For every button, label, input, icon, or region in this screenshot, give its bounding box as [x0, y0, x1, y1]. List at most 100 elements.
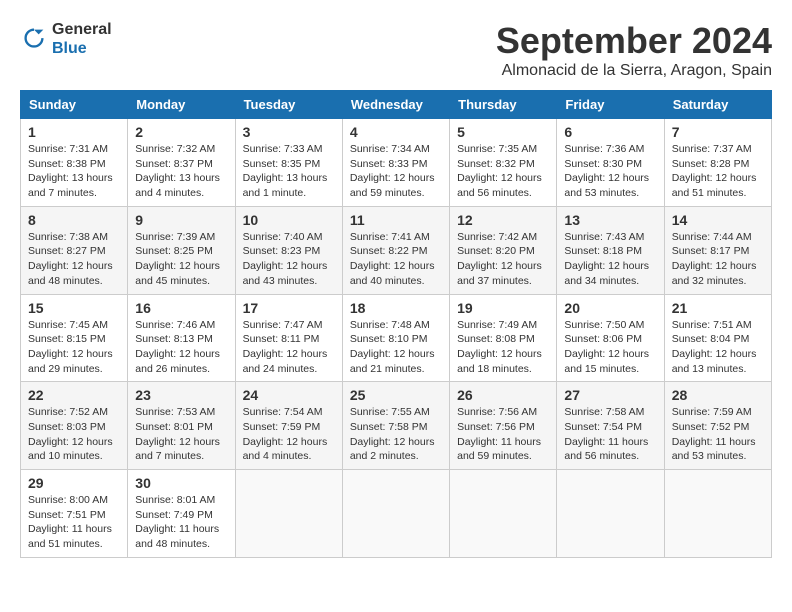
day-number: 22	[28, 387, 120, 403]
logo-icon	[20, 25, 48, 53]
day-number: 15	[28, 300, 120, 316]
table-row	[235, 470, 342, 558]
calendar-week-row: 8 Sunrise: 7:38 AM Sunset: 8:27 PM Daylig…	[21, 206, 772, 294]
day-number: 24	[243, 387, 335, 403]
col-wednesday: Wednesday	[342, 91, 449, 119]
table-row: 3Sunrise: 7:33 AM Sunset: 8:35 PM Daylig…	[235, 119, 342, 207]
day-number: 18	[350, 300, 442, 316]
table-row	[450, 470, 557, 558]
table-row	[342, 470, 449, 558]
day-info: Sunrise: 7:51 AM Sunset: 8:04 PM Dayligh…	[672, 318, 764, 377]
day-number: 21	[672, 300, 764, 316]
day-number: 9	[135, 212, 227, 228]
day-info: Sunrise: 7:54 AM Sunset: 7:59 PM Dayligh…	[243, 405, 335, 464]
day-number: 7	[672, 124, 764, 140]
day-info: Sunrise: 7:39 AM Sunset: 8:25 PM Dayligh…	[135, 230, 227, 289]
col-saturday: Saturday	[664, 91, 771, 119]
month-title: September 2024	[496, 20, 772, 62]
day-number: 10	[243, 212, 335, 228]
table-row: 29 Sunrise: 8:00 AM Sunset: 7:51 PM Dayli…	[21, 470, 128, 558]
col-monday: Monday	[128, 91, 235, 119]
table-row: 28 Sunrise: 7:59 AM Sunset: 7:52 PM Dayli…	[664, 382, 771, 470]
table-row: 15 Sunrise: 7:45 AM Sunset: 8:15 PM Dayli…	[21, 294, 128, 382]
day-info: Sunrise: 7:45 AM Sunset: 8:15 PM Dayligh…	[28, 318, 120, 377]
day-number: 2	[135, 124, 227, 140]
day-number: 14	[672, 212, 764, 228]
table-row: 5Sunrise: 7:35 AM Sunset: 8:32 PM Daylig…	[450, 119, 557, 207]
calendar-header-row: Sunday Monday Tuesday Wednesday Thursday…	[21, 91, 772, 119]
col-sunday: Sunday	[21, 91, 128, 119]
table-row: 30 Sunrise: 8:01 AM Sunset: 7:49 PM Dayli…	[128, 470, 235, 558]
day-number: 28	[672, 387, 764, 403]
day-info: Sunrise: 7:32 AM Sunset: 8:37 PM Dayligh…	[135, 142, 227, 201]
day-info: Sunrise: 8:00 AM Sunset: 7:51 PM Dayligh…	[28, 493, 120, 552]
day-info: Sunrise: 8:01 AM Sunset: 7:49 PM Dayligh…	[135, 493, 227, 552]
table-row: 10 Sunrise: 7:40 AM Sunset: 8:23 PM Dayli…	[235, 206, 342, 294]
table-row: 6Sunrise: 7:36 AM Sunset: 8:30 PM Daylig…	[557, 119, 664, 207]
day-number: 11	[350, 212, 442, 228]
logo-blue: Blue	[52, 40, 87, 57]
table-row: 24 Sunrise: 7:54 AM Sunset: 7:59 PM Dayli…	[235, 382, 342, 470]
day-info: Sunrise: 7:31 AM Sunset: 8:38 PM Dayligh…	[28, 142, 120, 201]
table-row: 21 Sunrise: 7:51 AM Sunset: 8:04 PM Dayli…	[664, 294, 771, 382]
table-row: 11 Sunrise: 7:41 AM Sunset: 8:22 PM Dayli…	[342, 206, 449, 294]
calendar-week-row: 1 Sunrise: 7:31 AM Sunset: 8:38 PM Daylig…	[21, 119, 772, 207]
day-number: 12	[457, 212, 549, 228]
day-number: 26	[457, 387, 549, 403]
day-info: Sunrise: 7:59 AM Sunset: 7:52 PM Dayligh…	[672, 405, 764, 464]
day-number: 13	[564, 212, 656, 228]
logo-general: General	[52, 21, 112, 38]
calendar-week-row: 22 Sunrise: 7:52 AM Sunset: 8:03 PM Dayli…	[21, 382, 772, 470]
table-row: 27 Sunrise: 7:58 AM Sunset: 7:54 PM Dayli…	[557, 382, 664, 470]
table-row: 26Sunrise: 7:56 AM Sunset: 7:56 PM Dayli…	[450, 382, 557, 470]
logo: General Blue	[20, 20, 112, 58]
day-info: Sunrise: 7:58 AM Sunset: 7:54 PM Dayligh…	[564, 405, 656, 464]
table-row: 19 Sunrise: 7:49 AM Sunset: 8:08 PM Dayli…	[450, 294, 557, 382]
table-row: 16 Sunrise: 7:46 AM Sunset: 8:13 PM Dayli…	[128, 294, 235, 382]
table-row: 12 Sunrise: 7:42 AM Sunset: 8:20 PM Dayli…	[450, 206, 557, 294]
day-info: Sunrise: 7:35 AM Sunset: 8:32 PM Dayligh…	[457, 142, 549, 201]
day-number: 16	[135, 300, 227, 316]
logo-text: General Blue	[52, 20, 112, 58]
day-number: 4	[350, 124, 442, 140]
day-info: Sunrise: 7:52 AM Sunset: 8:03 PM Dayligh…	[28, 405, 120, 464]
day-info: Sunrise: 7:44 AM Sunset: 8:17 PM Dayligh…	[672, 230, 764, 289]
day-info: Sunrise: 7:37 AM Sunset: 8:28 PM Dayligh…	[672, 142, 764, 201]
col-tuesday: Tuesday	[235, 91, 342, 119]
table-row: 2 Sunrise: 7:32 AM Sunset: 8:37 PM Daylig…	[128, 119, 235, 207]
table-row: 1 Sunrise: 7:31 AM Sunset: 8:38 PM Daylig…	[21, 119, 128, 207]
calendar-week-row: 15 Sunrise: 7:45 AM Sunset: 8:15 PM Dayli…	[21, 294, 772, 382]
table-row: 20Sunrise: 7:50 AM Sunset: 8:06 PM Dayli…	[557, 294, 664, 382]
day-info: Sunrise: 7:53 AM Sunset: 8:01 PM Dayligh…	[135, 405, 227, 464]
location: Almonacid de la Sierra, Aragon, Spain	[496, 62, 772, 80]
day-number: 27	[564, 387, 656, 403]
calendar-table: Sunday Monday Tuesday Wednesday Thursday…	[20, 90, 772, 558]
day-info: Sunrise: 7:42 AM Sunset: 8:20 PM Dayligh…	[457, 230, 549, 289]
day-number: 1	[28, 124, 120, 140]
day-number: 25	[350, 387, 442, 403]
day-info: Sunrise: 7:36 AM Sunset: 8:30 PM Dayligh…	[564, 142, 656, 201]
table-row: 17Sunrise: 7:47 AM Sunset: 8:11 PM Dayli…	[235, 294, 342, 382]
col-friday: Friday	[557, 91, 664, 119]
day-info: Sunrise: 7:43 AM Sunset: 8:18 PM Dayligh…	[564, 230, 656, 289]
page-header: General Blue September 2024 Almonacid de…	[20, 20, 772, 80]
day-number: 19	[457, 300, 549, 316]
day-info: Sunrise: 7:55 AM Sunset: 7:58 PM Dayligh…	[350, 405, 442, 464]
day-number: 3	[243, 124, 335, 140]
day-number: 29	[28, 475, 120, 491]
day-info: Sunrise: 7:50 AM Sunset: 8:06 PM Dayligh…	[564, 318, 656, 377]
table-row: 25 Sunrise: 7:55 AM Sunset: 7:58 PM Dayli…	[342, 382, 449, 470]
col-thursday: Thursday	[450, 91, 557, 119]
day-info: Sunrise: 7:34 AM Sunset: 8:33 PM Dayligh…	[350, 142, 442, 201]
table-row: 23Sunrise: 7:53 AM Sunset: 8:01 PM Dayli…	[128, 382, 235, 470]
day-number: 8	[28, 212, 120, 228]
day-info: Sunrise: 7:40 AM Sunset: 8:23 PM Dayligh…	[243, 230, 335, 289]
day-info: Sunrise: 7:46 AM Sunset: 8:13 PM Dayligh…	[135, 318, 227, 377]
day-number: 17	[243, 300, 335, 316]
table-row	[557, 470, 664, 558]
day-info: Sunrise: 7:49 AM Sunset: 8:08 PM Dayligh…	[457, 318, 549, 377]
day-info: Sunrise: 7:41 AM Sunset: 8:22 PM Dayligh…	[350, 230, 442, 289]
day-info: Sunrise: 7:48 AM Sunset: 8:10 PM Dayligh…	[350, 318, 442, 377]
day-info: Sunrise: 7:38 AM Sunset: 8:27 PM Dayligh…	[28, 230, 120, 289]
day-number: 30	[135, 475, 227, 491]
